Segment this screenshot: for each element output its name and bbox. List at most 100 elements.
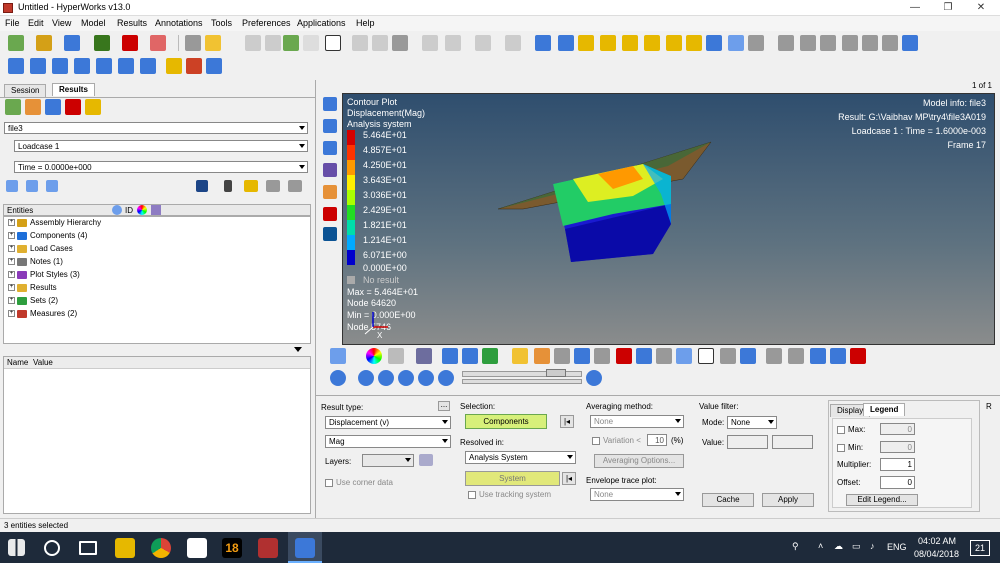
view-x-icon[interactable] <box>578 35 594 51</box>
tracking-icon[interactable] <box>810 348 826 364</box>
layout-icon[interactable] <box>325 35 341 51</box>
results-tool-3-icon[interactable] <box>45 99 61 115</box>
collapse-arrow-icon[interactable] <box>294 347 302 352</box>
chart-icon[interactable] <box>186 58 202 74</box>
file-explorer-icon[interactable] <box>115 538 135 558</box>
cloud-icon[interactable]: ☁ <box>834 541 843 552</box>
use-corner-data[interactable]: Use corner data <box>325 478 393 487</box>
legend-icon[interactable] <box>512 348 528 364</box>
deformed-tool-icon[interactable] <box>323 163 337 177</box>
cortana-search-icon[interactable] <box>44 540 60 556</box>
tree-item-measures[interactable]: + Measures (2) <box>8 308 77 320</box>
time-combo[interactable]: Time = 0.0000e+000 <box>14 161 308 173</box>
menu-edit[interactable]: Edit <box>28 18 44 28</box>
window-layout-7-icon[interactable] <box>140 58 156 74</box>
animation-mode-icon[interactable] <box>330 370 346 386</box>
legend-min-input[interactable]: 0 <box>880 441 915 453</box>
filter-icon[interactable] <box>676 348 692 364</box>
iso-surface-icon[interactable] <box>574 348 590 364</box>
legend-min-checkbox[interactable]: Min: <box>837 443 863 452</box>
notifications-icon[interactable]: 21 <box>970 540 990 556</box>
animation-icon[interactable] <box>166 58 182 74</box>
menu-help[interactable]: Help <box>356 18 375 28</box>
legend-max-input[interactable]: 0 <box>880 423 915 435</box>
selector-reset-button[interactable]: |◂ <box>560 415 574 428</box>
display-tool-icon[interactable] <box>323 227 337 241</box>
variation-checkbox[interactable]: Variation < <box>592 436 641 445</box>
battery-icon[interactable]: ▭ <box>852 541 861 552</box>
graphics-viewport[interactable]: Contour Plot Displacement(Mag) Analysis … <box>342 93 995 345</box>
tree-item-notes[interactable]: + Notes (1) <box>8 256 63 268</box>
tab-session[interactable]: Session <box>4 84 47 97</box>
legend-max-checkbox[interactable]: Max: <box>837 425 865 434</box>
frame-slider-thumb[interactable] <box>546 369 566 377</box>
component-icon[interactable] <box>196 180 208 192</box>
menu-applications[interactable]: Applications <box>297 18 346 28</box>
add-page-icon[interactable] <box>283 35 299 51</box>
tree-item-assembly[interactable]: + Assembly Hierarchy <box>8 217 101 229</box>
zoom-out-icon[interactable] <box>800 35 816 51</box>
tree-view-icon[interactable] <box>6 180 18 192</box>
library-icon[interactable] <box>205 35 221 51</box>
value-min-input[interactable] <box>727 435 768 449</box>
pen-icon[interactable] <box>594 348 610 364</box>
view-y-icon[interactable] <box>600 35 616 51</box>
windows-start-icon[interactable] <box>8 539 25 556</box>
result-type-combo[interactable]: Displacement (v) <box>325 416 451 429</box>
view-zy-icon[interactable] <box>686 35 702 51</box>
pan-vertical-icon[interactable] <box>882 35 898 51</box>
window-layout-3-icon[interactable] <box>52 58 68 74</box>
cut-icon[interactable] <box>422 35 438 51</box>
user-icon[interactable] <box>185 35 201 51</box>
section-tool-icon[interactable] <box>323 207 337 221</box>
camera-icon[interactable] <box>392 35 408 51</box>
layers-combo[interactable] <box>362 454 414 467</box>
forward-icon[interactable] <box>265 35 281 51</box>
animation-settings-icon[interactable] <box>586 370 602 386</box>
window-layout-1-icon[interactable] <box>8 58 24 74</box>
mesh-icon[interactable] <box>388 348 404 364</box>
play-icon[interactable] <box>398 370 414 386</box>
view-yx-icon[interactable] <box>666 35 682 51</box>
copy-icon[interactable] <box>445 35 461 51</box>
results-tool-2-icon[interactable] <box>25 99 41 115</box>
previous-frame-icon[interactable] <box>378 370 394 386</box>
color-wheel-icon[interactable] <box>366 348 382 364</box>
view-menu-icon[interactable] <box>748 35 764 51</box>
comment-icon[interactable] <box>788 348 804 364</box>
open-model-icon[interactable] <box>8 35 24 51</box>
tree-item-load-cases[interactable]: + Load Cases <box>8 243 73 255</box>
window-layout-4-icon[interactable] <box>74 58 90 74</box>
results-tool-5-icon[interactable] <box>85 99 101 115</box>
window-layout-5-icon[interactable] <box>96 58 112 74</box>
apply-button[interactable]: Apply <box>762 493 814 507</box>
multiplier-input[interactable]: 1 <box>880 458 915 471</box>
number-app-icon[interactable]: 18 <box>222 538 242 558</box>
file-combo[interactable]: file3 <box>4 122 308 134</box>
scale-icon[interactable] <box>534 348 550 364</box>
offset-input[interactable]: 0 <box>880 476 915 489</box>
probe-icon[interactable] <box>766 348 782 364</box>
component-combo[interactable]: Mag <box>325 435 451 448</box>
menu-model[interactable]: Model <box>81 18 106 28</box>
results-tool-1-icon[interactable] <box>5 99 21 115</box>
app-icon-black[interactable] <box>187 538 207 558</box>
filter-view-icon[interactable] <box>46 180 58 192</box>
use-tracking-system[interactable]: Use tracking system <box>468 490 551 499</box>
pan-icon[interactable] <box>842 35 858 51</box>
edit-legend-button[interactable]: Edit Legend... <box>846 494 918 506</box>
tree-item-components[interactable]: + Components (4) <box>8 230 87 242</box>
menu-preferences[interactable]: Preferences <box>242 18 291 28</box>
note-icon[interactable] <box>698 348 714 364</box>
hyperworks-task-icon[interactable] <box>295 538 315 558</box>
cube-icon[interactable] <box>416 348 432 364</box>
averaging-method-combo[interactable]: None <box>590 415 684 428</box>
measure-icon[interactable] <box>740 348 756 364</box>
import-icon[interactable] <box>94 35 110 51</box>
variation-input[interactable]: 10 <box>647 434 667 446</box>
layer-filter-icon[interactable] <box>419 454 433 466</box>
first-frame-icon[interactable] <box>358 370 374 386</box>
last-frame-icon[interactable] <box>438 370 454 386</box>
rotate-left-icon[interactable] <box>558 35 574 51</box>
clock-time[interactable]: 04:02 AM <box>918 536 956 546</box>
